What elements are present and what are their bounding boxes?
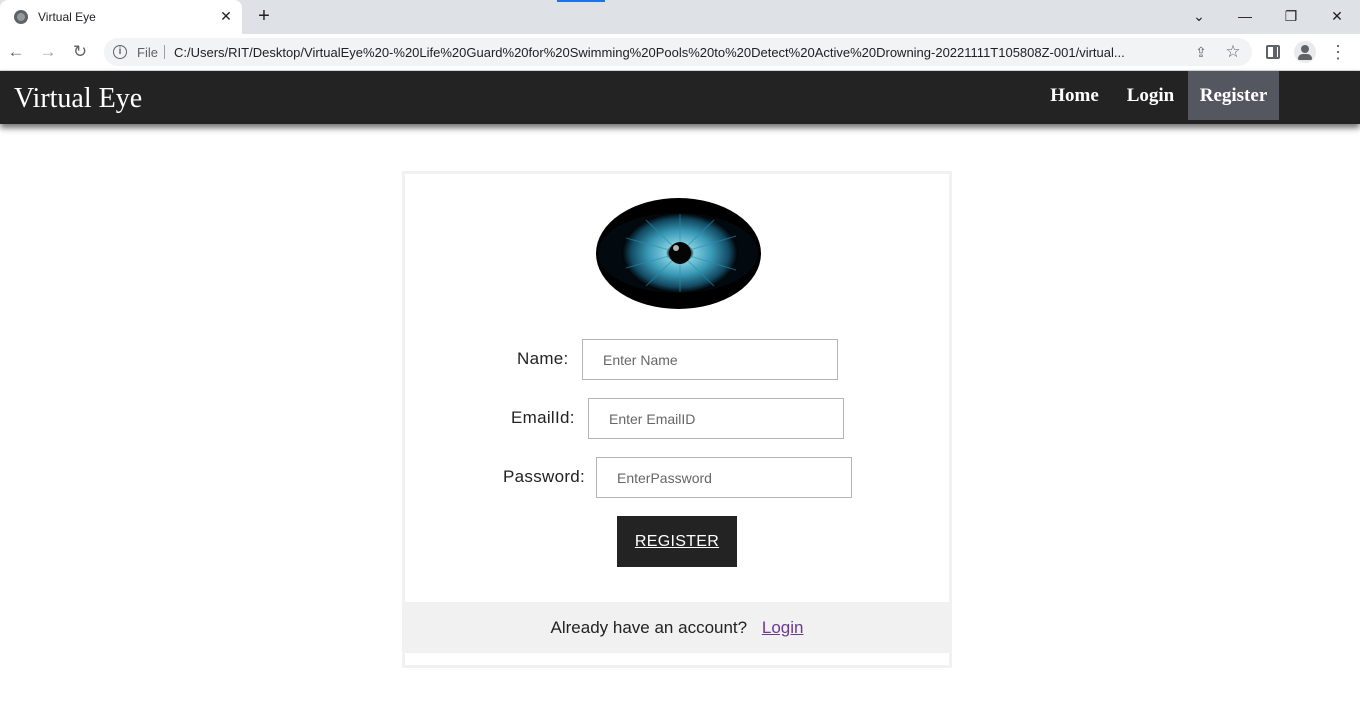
reload-button[interactable]: ↻ bbox=[70, 42, 90, 62]
name-label: Name: bbox=[517, 349, 569, 368]
minimize-button[interactable]: — bbox=[1235, 6, 1255, 26]
divider bbox=[164, 45, 165, 59]
url-scheme: File bbox=[137, 45, 158, 60]
tab-title: Virtual Eye bbox=[38, 10, 96, 24]
restore-button[interactable]: ❐ bbox=[1281, 6, 1301, 26]
tab-search-icon[interactable]: ⌄ bbox=[1189, 6, 1209, 26]
forward-button[interactable]: → bbox=[38, 42, 58, 62]
email-input[interactable] bbox=[588, 398, 844, 439]
address-bar[interactable]: i File C:/Users/RIT/Desktop/VirtualEye%2… bbox=[104, 38, 1252, 66]
back-button[interactable]: ← bbox=[6, 42, 26, 62]
nav-home[interactable]: Home bbox=[1038, 71, 1111, 120]
register-button[interactable]: REGISTER bbox=[617, 516, 737, 567]
register-card: Name: EmailId: Password: REGISTER Alread… bbox=[402, 171, 952, 668]
eye-icon bbox=[596, 198, 761, 309]
site-navbar: Virtual Eye Home Login Register bbox=[0, 71, 1360, 124]
share-icon[interactable]: ⇪ bbox=[1192, 43, 1210, 61]
password-input[interactable] bbox=[596, 457, 852, 498]
password-label: Password: bbox=[503, 467, 586, 486]
profile-icon[interactable] bbox=[1294, 41, 1316, 63]
login-prompt: Already have an account? Login bbox=[405, 602, 949, 653]
close-window-button[interactable]: ✕ bbox=[1327, 6, 1347, 26]
name-row: Name: bbox=[405, 339, 949, 380]
close-tab-icon[interactable]: ✕ bbox=[218, 8, 234, 24]
url-text[interactable]: C:/Users/RIT/Desktop/VirtualEye%20-%20Li… bbox=[174, 45, 1182, 60]
new-tab-button[interactable]: + bbox=[254, 6, 274, 26]
brand-title[interactable]: Virtual Eye bbox=[14, 83, 142, 115]
email-row: EmailId: bbox=[405, 398, 949, 439]
bookmark-star-icon[interactable]: ☆ bbox=[1224, 43, 1242, 61]
login-prompt-text: Already have an account? bbox=[550, 618, 748, 637]
info-icon[interactable]: i bbox=[113, 45, 127, 59]
email-label: EmailId: bbox=[511, 408, 575, 427]
menu-icon[interactable]: ⋮ bbox=[1328, 42, 1348, 62]
nav-login[interactable]: Login bbox=[1114, 71, 1187, 120]
globe-icon bbox=[14, 10, 28, 24]
browser-tab[interactable]: Virtual Eye ✕ bbox=[0, 0, 242, 34]
browser-toolbar: ← → ↻ i File C:/Users/RIT/Desktop/Virtua… bbox=[0, 34, 1360, 71]
name-input[interactable] bbox=[582, 339, 838, 380]
loading-indicator bbox=[557, 0, 605, 2]
password-row: Password: bbox=[405, 457, 949, 498]
login-link[interactable]: Login bbox=[762, 618, 804, 637]
nav-register[interactable]: Register bbox=[1188, 71, 1279, 120]
browser-tabstrip: Virtual Eye ✕ + ⌄ — ❐ ✕ bbox=[0, 0, 1360, 34]
side-panel-icon[interactable] bbox=[1266, 45, 1280, 59]
